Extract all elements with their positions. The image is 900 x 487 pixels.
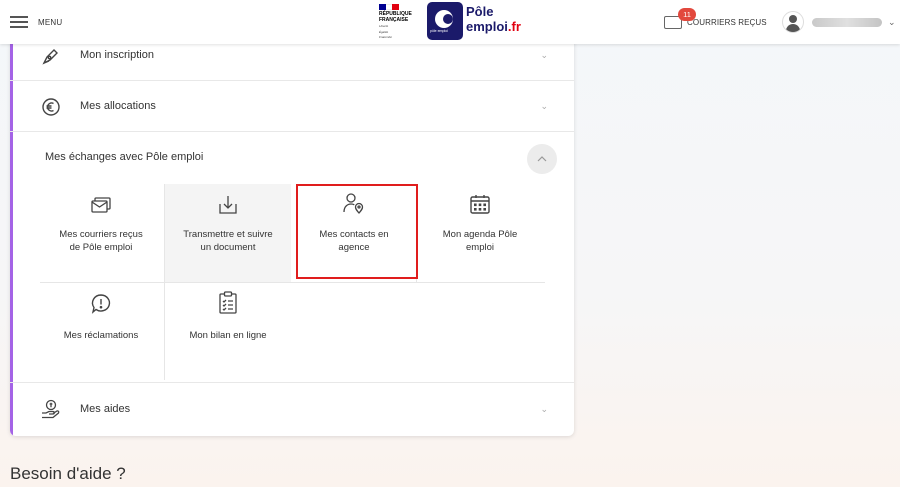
tile-transmettre-document[interactable]: Transmettre et suivre un document xyxy=(165,184,291,282)
calendar-icon xyxy=(417,193,543,215)
chevron-down-icon: ⌄ xyxy=(540,404,548,414)
tile-label-line: Mon bilan en ligne xyxy=(189,330,267,341)
tile-label-line: agence xyxy=(338,242,370,253)
menu-item-label: Mes allocations xyxy=(80,100,156,112)
clipboard-list-icon xyxy=(165,291,291,315)
hamburger-icon xyxy=(10,15,28,29)
tile-label: Mon bilan en ligne xyxy=(173,329,283,342)
user-avatar-icon xyxy=(782,11,804,33)
download-tray-icon xyxy=(165,194,291,216)
motto-1: Liberté xyxy=(379,24,389,28)
hand-coin-icon xyxy=(40,398,62,420)
menu-item-label: Mes aides xyxy=(80,403,131,415)
tile-label: Mes courriers reçus de Pôle emploi xyxy=(46,228,156,254)
mail-stack-icon xyxy=(38,196,164,214)
republique-label-2: FRANÇAISE xyxy=(379,16,409,23)
tile-label-line: Mes réclamations xyxy=(63,330,139,341)
section-title: Mes échanges avec Pôle emploi xyxy=(45,151,204,163)
wordmark-line-1: Pôle xyxy=(466,4,494,19)
tile-label: Transmettre et suivre un document xyxy=(173,228,283,254)
speech-exclamation-icon xyxy=(38,293,164,315)
pole-emploi-logo[interactable]: pôle emploi xyxy=(427,2,463,40)
tile-label: Mon agenda Pôle emploi xyxy=(425,228,535,254)
tile-label-line: Mes courriers reçus xyxy=(59,229,143,240)
pole-emploi-small-text: pôle emploi xyxy=(430,29,448,33)
motto-3: Fraternité xyxy=(379,35,392,39)
menu-item-allocations[interactable]: Mes allocations ⌄ xyxy=(10,81,574,132)
courriers-count-badge: 11 xyxy=(678,7,696,21)
tile-reclamations[interactable]: Mes réclamations xyxy=(38,283,164,381)
pole-emploi-mark-icon xyxy=(435,10,453,28)
pole-emploi-wordmark[interactable]: Pôle emploi.fr xyxy=(466,4,521,34)
username-blurred xyxy=(812,17,882,27)
chevron-down-icon: ⌄ xyxy=(540,101,548,111)
contact-location-icon xyxy=(291,192,417,216)
wordmark-line-2: emploi.fr xyxy=(466,19,521,34)
motto-2: Égalité xyxy=(379,29,389,34)
menu-button[interactable]: MENU xyxy=(10,12,70,32)
mail-icon: 11 xyxy=(664,7,696,29)
tile-label-line: un document xyxy=(200,242,256,253)
french-flag-icon xyxy=(379,4,400,10)
tile-bilan-en-ligne[interactable]: Mon bilan en ligne xyxy=(165,283,291,381)
euro-icon xyxy=(40,96,62,118)
tile-label-line: Mes contacts en xyxy=(319,229,389,240)
help-section-title: Besoin d'aide ? xyxy=(10,464,126,483)
pen-icon xyxy=(40,45,62,67)
tile-courriers[interactable]: Mes courriers reçus de Pôle emploi xyxy=(38,184,164,282)
collapse-section-button[interactable] xyxy=(527,144,557,174)
menu-item-label: Mon inscription xyxy=(80,49,154,61)
tile-contacts-agence[interactable]: Mes contacts en agence xyxy=(291,184,417,282)
menu-label: MENU xyxy=(38,17,63,27)
chevron-down-icon: ⌄ xyxy=(540,50,548,60)
courriers-recus-button[interactable]: 11 COURRIERS REÇUS xyxy=(664,7,767,32)
tile-label: Mes réclamations xyxy=(46,329,156,342)
tile-agenda[interactable]: Mon agenda Pôle emploi xyxy=(417,184,543,282)
tile-label: Mes contacts en agence xyxy=(299,228,409,254)
tile-label-line: de Pôle emploi xyxy=(69,242,133,253)
tile-label-line: Mon agenda Pôle xyxy=(442,229,518,240)
espace-personnel-card: Mon inscription ⌄ Mes allocations ⌄ Mes … xyxy=(10,30,574,436)
courriers-label: COURRIERS REÇUS xyxy=(687,17,767,27)
tile-label-line: emploi xyxy=(466,242,494,253)
republique-francaise-logo: RÉPUBLIQUE FRANÇAISE Liberté Égalité Fra… xyxy=(376,4,420,40)
menu-item-aides[interactable]: Mes aides ⌄ xyxy=(10,382,574,436)
tile-label-line: Transmettre et suivre xyxy=(183,229,273,240)
wordmark-emploi: emploi xyxy=(466,19,508,34)
wordmark-fr: .fr xyxy=(507,19,521,34)
top-header: MENU RÉPUBLIQUE FRANÇAISE Liberté Égalit… xyxy=(0,0,900,44)
chevron-down-icon: ⌄ xyxy=(888,16,896,27)
accent-bar xyxy=(10,132,13,382)
chevron-up-icon xyxy=(537,156,547,162)
user-menu[interactable]: ⌄ xyxy=(782,10,900,34)
